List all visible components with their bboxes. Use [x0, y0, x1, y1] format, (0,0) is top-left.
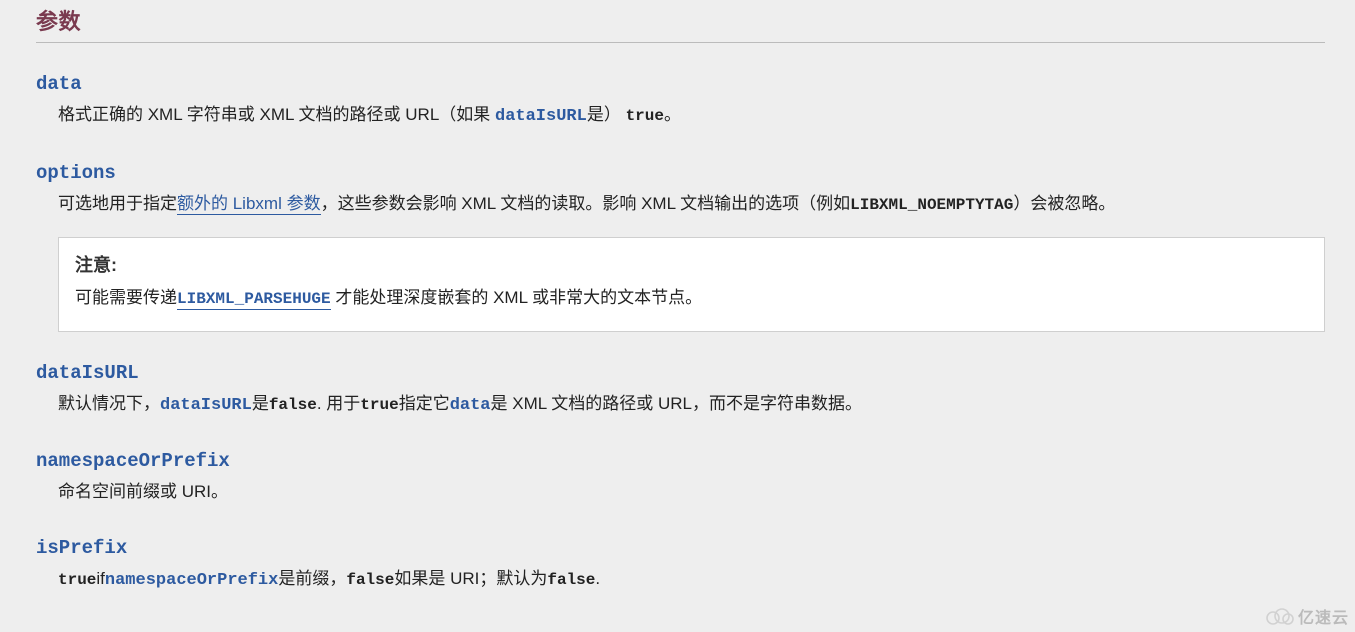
param-options-desc: 可选地用于指定额外的 Libxml 参数，这些参数会影响 XML 文档的读取。影… [58, 190, 1325, 219]
inline-param-dataIsURL: dataIsURL [495, 107, 587, 126]
text: 如果是 URI；默认为 [394, 569, 547, 588]
text: 是） [587, 105, 621, 124]
cloud-icon [1264, 606, 1294, 626]
param-name-nsprefix: namespaceOrPrefix [36, 450, 230, 472]
inline-param-data: data [450, 396, 491, 415]
text: . [595, 569, 600, 588]
code-false: false [346, 571, 394, 589]
param-options-term: options [36, 162, 1325, 184]
note-box: 注意: 可能需要传递LIBXML_PARSEHUGE 才能处理深度嵌套的 XML… [58, 237, 1325, 331]
text: if [96, 569, 105, 588]
watermark-text: 亿速云 [1298, 604, 1349, 628]
text: 才能处理深度嵌套的 XML 或非常大的文本节点。 [331, 288, 703, 307]
link-libxml-params[interactable]: 额外的 Libxml 参数 [177, 195, 321, 215]
param-dataisurl-term: dataIsURL [36, 362, 1325, 384]
param-nsprefix-desc: 命名空间前缀或 URI。 [58, 478, 1325, 507]
inline-param-dataisurl: dataIsURL [160, 396, 252, 415]
inline-param-nsprefix: namespaceOrPrefix [105, 571, 278, 590]
link-libxml-parsehuge[interactable]: LIBXML_PARSEHUGE [177, 291, 331, 310]
param-data-term: data [36, 73, 1325, 95]
text: 格式正确的 XML 字符串或 XML 文档的路径或 URL（如果 [58, 105, 495, 124]
text: ，这些参数会影响 XML 文档的读取。影响 XML 文档输出的选项（例如 [321, 194, 851, 213]
text: 指定它 [399, 394, 450, 413]
text: . 用于 [317, 394, 360, 413]
doc-page: 参数 data 格式正确的 XML 字符串或 XML 文档的路径或 URL（如果… [0, 4, 1355, 596]
code-libxml-noemptytag: LIBXML_NOEMPTYTAG [850, 196, 1013, 214]
param-name-dataisurl: dataIsURL [36, 362, 139, 384]
param-name-data: data [36, 73, 82, 95]
text: 是 [252, 394, 269, 413]
section-rule [36, 42, 1325, 43]
section-title: 参数 [36, 4, 1325, 36]
code-false: false [269, 396, 317, 414]
param-name-isprefix: isPrefix [36, 537, 127, 559]
text: 是前缀， [278, 569, 346, 588]
text: 。 [664, 105, 681, 124]
text: 命名空间前缀或 URI。 [58, 482, 228, 501]
text: 是 XML 文档的路径或 URL，而不是字符串数据。 [491, 394, 863, 413]
text: 可能需要传递 [75, 288, 177, 307]
code-false: false [547, 571, 595, 589]
param-isprefix-term: isPrefix [36, 537, 1325, 559]
param-nsprefix-term: namespaceOrPrefix [36, 450, 1325, 472]
note-title: 注意: [75, 248, 1308, 282]
code-true: true [626, 107, 664, 125]
text: 默认情况下， [58, 394, 160, 413]
param-list: data 格式正确的 XML 字符串或 XML 文档的路径或 URL（如果 da… [36, 73, 1325, 596]
param-name-options: options [36, 162, 116, 184]
code-true: true [360, 396, 398, 414]
watermark: 亿速云 [1264, 604, 1349, 628]
note-body: 可能需要传递LIBXML_PARSEHUGE 才能处理深度嵌套的 XML 或非常… [75, 282, 1308, 314]
text: 可选地用于指定 [58, 194, 177, 213]
param-isprefix-desc: trueifnamespaceOrPrefix是前缀，false如果是 URI；… [58, 565, 1325, 596]
text: ）会被忽略。 [1013, 194, 1115, 213]
param-data-desc: 格式正确的 XML 字符串或 XML 文档的路径或 URL（如果 dataIsU… [58, 101, 1325, 132]
code-true: true [58, 571, 96, 589]
param-dataisurl-desc: 默认情况下，dataIsURL是false. 用于true指定它data是 XM… [58, 390, 1325, 421]
